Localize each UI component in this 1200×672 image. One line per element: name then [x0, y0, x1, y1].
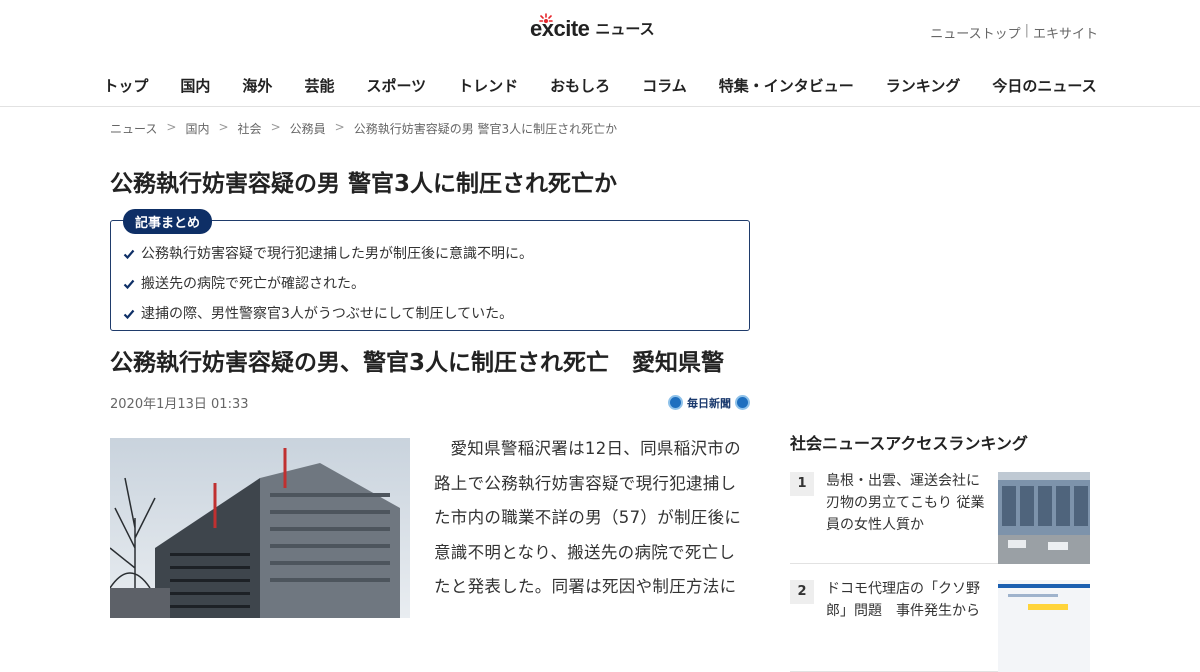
rank-headline: ドコモ代理店の「クソ野郎」問題 事件発生から — [826, 581, 980, 619]
check-icon — [123, 248, 135, 260]
rank-thumbnail — [998, 580, 1090, 672]
nav-item-trend[interactable]: トレンド — [442, 66, 534, 105]
article-headline: 公務執行妨害容疑の男、警官3人に制圧され死亡 愛知県警 — [110, 350, 725, 376]
article-source[interactable]: 毎日新聞 — [668, 395, 750, 411]
nav-item-overseas[interactable]: 海外 — [226, 66, 288, 105]
burst-icon — [539, 13, 553, 27]
article-text: 愛知県警稲沢署は12日、同県稲沢市の路上で公務執行妨害容疑で現行犯逮捕した市内の… — [434, 439, 742, 596]
nav-item-entertainment[interactable]: 芸能 — [288, 66, 350, 105]
summary-item: 公務執行妨害容疑で現行犯逮捕した男が制圧後に意識不明に。 — [123, 239, 735, 269]
summary-item-text: 搬送先の病院で死亡が確認された。 — [141, 276, 365, 292]
article-summary: 記事まとめ 公務執行妨害容疑で現行犯逮捕した男が制圧後に意識不明に。 搬送先の病… — [110, 209, 750, 331]
rank-number: 1 — [790, 472, 814, 496]
site-header: excite ニュース ニューストップ | エキサイト トップ 国内 海外 芸能… — [0, 0, 1200, 107]
article-photo[interactable] — [110, 438, 410, 618]
article-meta: 2020年1月13日 01:33 毎日新聞 — [110, 393, 750, 412]
main-nav: トップ 国内 海外 芸能 スポーツ トレンド おもしろ コラム 特集・インタビュ… — [0, 66, 1200, 105]
rank-number: 2 — [790, 580, 814, 604]
breadcrumb-separator: > — [270, 120, 281, 134]
article-body: 愛知県警稲沢署は12日、同県稲沢市の路上で公務執行妨害容疑で現行犯逮捕した市内の… — [110, 438, 750, 638]
nav-item-ranking[interactable]: ランキング — [870, 66, 977, 105]
breadcrumb-domestic[interactable]: 国内 — [185, 120, 209, 137]
excite-news-logo[interactable]: excite ニュース — [530, 12, 655, 44]
rank-thumbnail — [998, 472, 1090, 564]
check-icon — [123, 308, 135, 320]
logo-subtitle: ニュース — [595, 20, 655, 38]
nav-item-column[interactable]: コラム — [626, 66, 703, 105]
summary-item: 逮捕の際、男性警察官3人がうつぶせにして制圧していた。 — [123, 299, 735, 329]
top-links-separator: | — [1024, 23, 1029, 38]
ranking-item[interactable]: 2 ドコモ代理店の「クソ野郎」問題 事件発生から — [790, 580, 1090, 672]
top-links: ニューストップ | エキサイト — [930, 23, 1098, 42]
mainichi-logo-icon — [668, 395, 683, 410]
source-name: 毎日新聞 — [687, 396, 731, 410]
summary-badge: 記事まとめ — [123, 209, 213, 234]
nav-item-top[interactable]: トップ — [87, 66, 164, 105]
breadcrumb-current: 公務執行妨害容疑の男 警官3人に制圧され死亡か — [353, 122, 618, 136]
nav-item-features[interactable]: 特集・インタビュー — [703, 66, 870, 105]
breadcrumb-public-servant[interactable]: 公務員 — [290, 120, 326, 137]
logo-wordmark: excite — [530, 13, 590, 44]
article-main: 公務執行妨害容疑の男 警官3人に制圧され死亡か 記事まとめ 公務執行妨害容疑で現… — [110, 160, 750, 638]
breadcrumb-society[interactable]: 社会 — [238, 120, 262, 137]
ranking-sidebar: 社会ニュースアクセスランキング 1 島根・出雲、運送会社に刃物の男立てこもり 従… — [790, 430, 1090, 672]
breadcrumb-separator: > — [218, 120, 229, 134]
article-date: 2020年1月13日 01:33 — [110, 397, 249, 412]
page-title: 公務執行妨害容疑の男 警官3人に制圧され死亡か — [110, 171, 618, 197]
excite-site-link[interactable]: エキサイト — [1033, 23, 1098, 42]
mainichi-logo-icon — [735, 395, 750, 410]
breadcrumb-separator: > — [166, 120, 177, 134]
breadcrumb-separator: > — [334, 120, 345, 134]
summary-item-text: 公務執行妨害容疑で現行犯逮捕した男が制圧後に意識不明に。 — [141, 246, 533, 262]
breadcrumb-news[interactable]: ニュース — [110, 120, 157, 137]
nav-item-domestic[interactable]: 国内 — [164, 66, 226, 105]
ranking-item[interactable]: 1 島根・出雲、運送会社に刃物の男立てこもり 従業員の女性人質か — [790, 472, 1090, 564]
nav-item-today[interactable]: 今日のニュース — [976, 66, 1112, 105]
breadcrumb: ニュース > 国内 > 社会 > 公務員 > 公務執行妨害容疑の男 警官3人に制… — [110, 120, 617, 137]
news-top-link[interactable]: ニューストップ — [930, 23, 1020, 42]
check-icon — [123, 278, 135, 290]
rank-headline: 島根・出雲、運送会社に刃物の男立てこもり 従業員の女性人質か — [826, 473, 985, 533]
ranking-title: 社会ニュースアクセスランキング — [790, 434, 1028, 453]
nav-item-sports[interactable]: スポーツ — [350, 66, 442, 105]
nav-item-funny[interactable]: おもしろ — [534, 66, 626, 105]
summary-item-text: 逮捕の際、男性警察官3人がうつぶせにして制圧していた。 — [141, 306, 514, 322]
summary-item: 搬送先の病院で死亡が確認された。 — [123, 269, 735, 299]
